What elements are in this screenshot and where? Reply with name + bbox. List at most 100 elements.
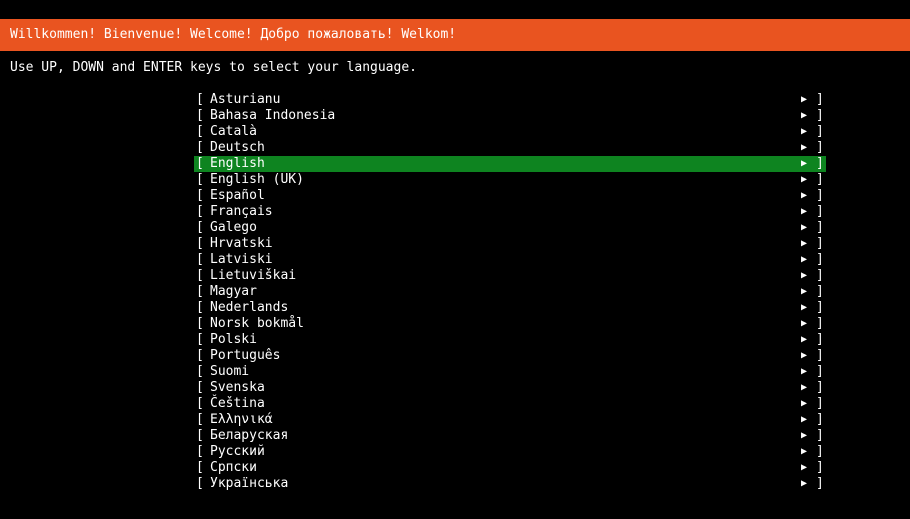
- language-label: Suomi: [210, 364, 250, 379]
- open-bracket: [: [196, 252, 204, 267]
- close-bracket: ]: [816, 460, 824, 475]
- close-bracket: ]: [816, 188, 824, 203]
- language-option[interactable]: [ Galego ▶]: [194, 220, 826, 236]
- language-option[interactable]: [Suomi ▶]: [194, 364, 826, 380]
- close-bracket: ]: [816, 124, 824, 139]
- play-arrow-icon: ▶: [801, 302, 808, 313]
- language-label: Bahasa Indonesia: [210, 108, 336, 123]
- open-bracket: [: [196, 476, 204, 491]
- close-bracket: ]: [816, 140, 824, 155]
- close-bracket: ]: [816, 428, 824, 443]
- close-bracket: ]: [816, 396, 824, 411]
- close-bracket: ]: [816, 92, 824, 107]
- language-option[interactable]: [ Čeština ▶]: [194, 396, 826, 412]
- play-arrow-icon: ▶: [801, 398, 808, 409]
- instructions-text: Use UP, DOWN and ENTER keys to select yo…: [10, 60, 417, 75]
- close-bracket: ]: [816, 172, 824, 187]
- language-list: [Asturianu ▶] [Bahasa Indonesia ▶] [Català ▶]…: [194, 92, 826, 492]
- language-option[interactable]: [Lietuviškai ▶]: [194, 268, 826, 284]
- open-bracket: [: [196, 172, 204, 187]
- open-bracket: [: [196, 140, 204, 155]
- close-bracket: ]: [816, 252, 824, 267]
- close-bracket: ]: [816, 108, 824, 123]
- play-arrow-icon: ▶: [801, 446, 808, 457]
- play-arrow-icon: ▶: [801, 430, 808, 441]
- language-label: Català: [210, 124, 257, 139]
- language-option[interactable]: [ Српски ▶]: [194, 460, 826, 476]
- language-option[interactable]: [Español ▶]: [194, 188, 826, 204]
- play-arrow-icon: ▶: [801, 238, 808, 249]
- play-arrow-icon: ▶: [801, 142, 808, 153]
- language-label: Norsk bokmål: [210, 316, 304, 331]
- language-option[interactable]: [English ▶]: [194, 156, 826, 172]
- open-bracket: [: [196, 92, 204, 107]
- close-bracket: ]: [816, 284, 824, 299]
- language-option[interactable]: [Polski ▶]: [194, 332, 826, 348]
- language-label: Українська: [210, 476, 289, 491]
- close-bracket: ]: [816, 236, 824, 251]
- language-option[interactable]: [Norsk bokmål ▶]: [194, 316, 826, 332]
- play-arrow-icon: ▶: [801, 414, 808, 425]
- language-label: English (UK): [210, 172, 304, 187]
- play-arrow-icon: ▶: [801, 462, 808, 473]
- language-option[interactable]: [Deutsch ▶]: [194, 140, 826, 156]
- language-label: Nederlands: [210, 300, 289, 315]
- play-arrow-icon: ▶: [801, 286, 808, 297]
- open-bracket: [: [196, 204, 204, 219]
- play-arrow-icon: ▶: [801, 270, 808, 281]
- language-label: Русский: [210, 444, 265, 459]
- language-label: Беларуская: [210, 428, 289, 443]
- language-option[interactable]: [ Беларуская ▶]: [194, 428, 826, 444]
- close-bracket: ]: [816, 316, 824, 331]
- open-bracket: [: [196, 284, 204, 299]
- language-option[interactable]: [Français ▶]: [194, 204, 826, 220]
- open-bracket: [: [196, 332, 204, 347]
- language-option[interactable]: [English (UK) ▶]: [194, 172, 826, 188]
- open-bracket: [: [196, 300, 204, 315]
- language-option[interactable]: [Asturianu ▶]: [194, 92, 826, 108]
- language-label: Galego: [210, 220, 257, 235]
- open-bracket: [: [196, 460, 204, 475]
- language-label: Español: [210, 188, 265, 203]
- open-bracket: [: [196, 220, 204, 235]
- open-bracket: [: [196, 444, 204, 459]
- play-arrow-icon: ▶: [801, 366, 808, 377]
- open-bracket: [: [196, 236, 204, 251]
- language-option[interactable]: [Русский ▶]: [194, 444, 826, 460]
- close-bracket: ]: [816, 220, 824, 235]
- play-arrow-icon: ▶: [801, 318, 808, 329]
- open-bracket: [: [196, 364, 204, 379]
- play-arrow-icon: ▶: [801, 110, 808, 121]
- open-bracket: [: [196, 348, 204, 363]
- close-bracket: ]: [816, 300, 824, 315]
- welcome-title: Willkommen! Bienvenue! Welcome! Добро по…: [10, 27, 457, 42]
- language-option[interactable]: [Ελληνικά ▶]: [194, 412, 826, 428]
- language-label: Ελληνικά: [210, 412, 273, 427]
- language-option[interactable]: [Svenska ▶]: [194, 380, 826, 396]
- play-arrow-icon: ▶: [801, 334, 808, 345]
- language-option[interactable]: [ Bahasa Indonesia ▶]: [194, 108, 826, 124]
- language-label: Čeština: [210, 396, 265, 411]
- open-bracket: [: [196, 428, 204, 443]
- play-arrow-icon: ▶: [801, 350, 808, 361]
- open-bracket: [: [196, 108, 204, 123]
- open-bracket: [: [196, 396, 204, 411]
- play-arrow-icon: ▶: [801, 222, 808, 233]
- open-bracket: [: [196, 268, 204, 283]
- close-bracket: ]: [816, 412, 824, 427]
- play-arrow-icon: ▶: [801, 190, 808, 201]
- play-arrow-icon: ▶: [801, 94, 808, 105]
- language-option[interactable]: [Latviski ▶]: [194, 252, 826, 268]
- language-option[interactable]: [Magyar ▶]: [194, 284, 826, 300]
- language-option[interactable]: [Українська ▶]: [194, 476, 826, 492]
- language-label: Српски: [210, 460, 257, 475]
- play-arrow-icon: ▶: [801, 126, 808, 137]
- installer-screen: { "header": { "title": "Willkommen! Bien…: [0, 0, 910, 519]
- language-option[interactable]: [Hrvatski ▶]: [194, 236, 826, 252]
- language-option[interactable]: [Português ▶]: [194, 348, 826, 364]
- language-option[interactable]: [Català ▶]: [194, 124, 826, 140]
- close-bracket: ]: [816, 156, 824, 171]
- language-option[interactable]: [ Nederlands ▶]: [194, 300, 826, 316]
- play-arrow-icon: ▶: [801, 158, 808, 169]
- close-bracket: ]: [816, 268, 824, 283]
